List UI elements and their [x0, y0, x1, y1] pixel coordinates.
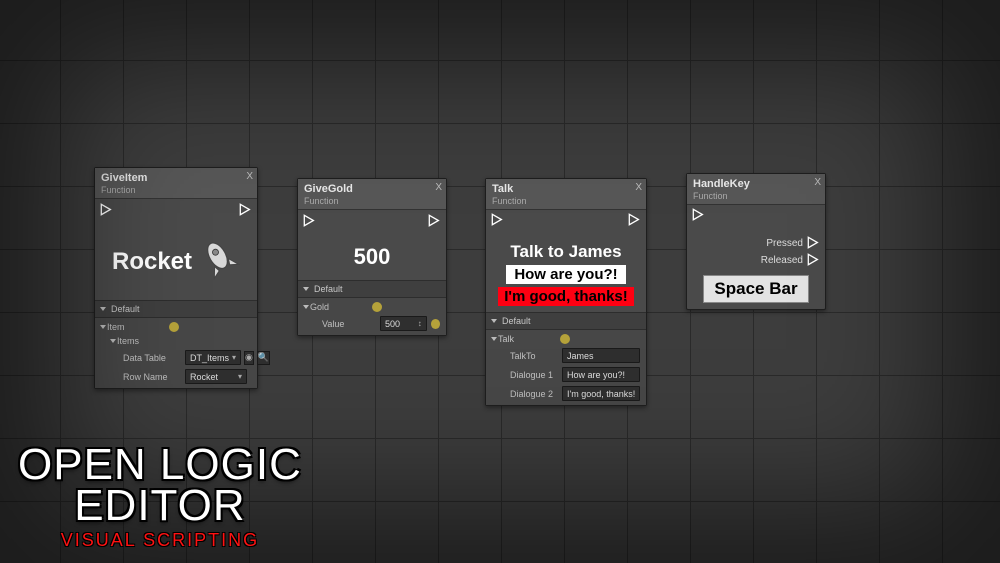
- node-header[interactable]: GiveItem Function X: [95, 168, 257, 199]
- expand-icon[interactable]: [303, 287, 309, 291]
- talk-title: Talk to James: [492, 242, 640, 262]
- prop-gold: Gold: [298, 300, 446, 314]
- exec-pin-in[interactable]: [303, 214, 316, 227]
- prop-talk: Talk: [486, 332, 646, 346]
- expand-icon[interactable]: [100, 325, 106, 329]
- dialogue2-field[interactable]: [562, 386, 640, 401]
- talk-dialogue-2: I'm good, thanks!: [498, 287, 634, 306]
- section-header-default[interactable]: Default: [298, 280, 446, 298]
- node-title: HandleKey: [693, 178, 819, 190]
- exec-pin-pressed[interactable]: [807, 236, 820, 249]
- prop-row-name: Row Name Rocket: [95, 367, 257, 386]
- close-icon[interactable]: X: [635, 182, 642, 193]
- node-talk[interactable]: Talk Function X Talk to James How are yo…: [485, 178, 647, 406]
- reset-icon[interactable]: [169, 322, 179, 332]
- expand-icon[interactable]: [110, 339, 116, 343]
- expand-icon[interactable]: [100, 307, 106, 311]
- reset-icon[interactable]: [560, 334, 570, 344]
- close-icon[interactable]: X: [246, 171, 253, 182]
- section-header-default[interactable]: Default: [95, 300, 257, 318]
- node-header[interactable]: HandleKey Function X: [687, 174, 825, 205]
- data-table-combo[interactable]: DT_Items: [185, 350, 241, 365]
- node-title: GiveItem: [101, 172, 251, 184]
- prop-value: Value 500: [298, 314, 446, 333]
- key-preview: Space Bar: [703, 275, 808, 303]
- reset-icon[interactable]: [431, 319, 440, 329]
- output-released: Released: [687, 252, 825, 269]
- expand-icon[interactable]: [491, 319, 497, 323]
- rocket-icon: [200, 237, 240, 286]
- node-subtitle: Function: [304, 196, 440, 206]
- row-name-combo[interactable]: Rocket: [185, 369, 247, 384]
- node-subtitle: Function: [101, 185, 251, 195]
- output-pressed: Pressed: [687, 235, 825, 252]
- prop-talkto: TalkTo: [486, 346, 646, 365]
- exec-pin-in[interactable]: [100, 203, 113, 216]
- exec-pin-released[interactable]: [807, 253, 820, 266]
- preview-text: 500: [354, 244, 391, 269]
- talkto-field[interactable]: [562, 348, 640, 363]
- expand-icon[interactable]: [491, 337, 497, 341]
- node-giveitem[interactable]: GiveItem Function X Rocket Default Item: [94, 167, 258, 389]
- browse-icon[interactable]: ◉: [244, 351, 254, 365]
- close-icon[interactable]: X: [814, 177, 821, 188]
- close-icon[interactable]: X: [435, 182, 442, 193]
- section-header-default[interactable]: Default: [486, 312, 646, 330]
- node-title: Talk: [492, 183, 640, 195]
- expand-icon[interactable]: [303, 305, 309, 309]
- prop-items: Items: [95, 334, 257, 348]
- dialogue1-field[interactable]: [562, 367, 640, 382]
- exec-pin-out[interactable]: [428, 214, 441, 227]
- value-field[interactable]: 500: [380, 316, 427, 331]
- search-icon[interactable]: 🔍: [257, 351, 270, 365]
- exec-pin-out[interactable]: [239, 203, 252, 216]
- exec-pin-in[interactable]: [491, 213, 504, 226]
- node-header[interactable]: Talk Function X: [486, 179, 646, 210]
- node-header[interactable]: GiveGold Function X: [298, 179, 446, 210]
- node-handlekey[interactable]: HandleKey Function X Pressed Released Sp…: [686, 173, 826, 310]
- reset-icon[interactable]: [372, 302, 382, 312]
- node-title: GiveGold: [304, 183, 440, 195]
- node-subtitle: Function: [693, 191, 819, 201]
- node-subtitle: Function: [492, 196, 640, 206]
- prop-data-table: Data Table DT_Items ◉ 🔍: [95, 348, 257, 367]
- node-givegold[interactable]: GiveGold Function X 500 Default Gold Val…: [297, 178, 447, 336]
- prop-dialogue2: Dialogue 2: [486, 384, 646, 403]
- exec-pin-in[interactable]: [692, 208, 705, 221]
- prop-item: Item: [95, 320, 257, 334]
- talk-dialogue-1: How are you?!: [506, 265, 625, 284]
- exec-pin-out[interactable]: [628, 213, 641, 226]
- prop-dialogue1: Dialogue 1: [486, 365, 646, 384]
- preview-text: Rocket: [112, 248, 192, 276]
